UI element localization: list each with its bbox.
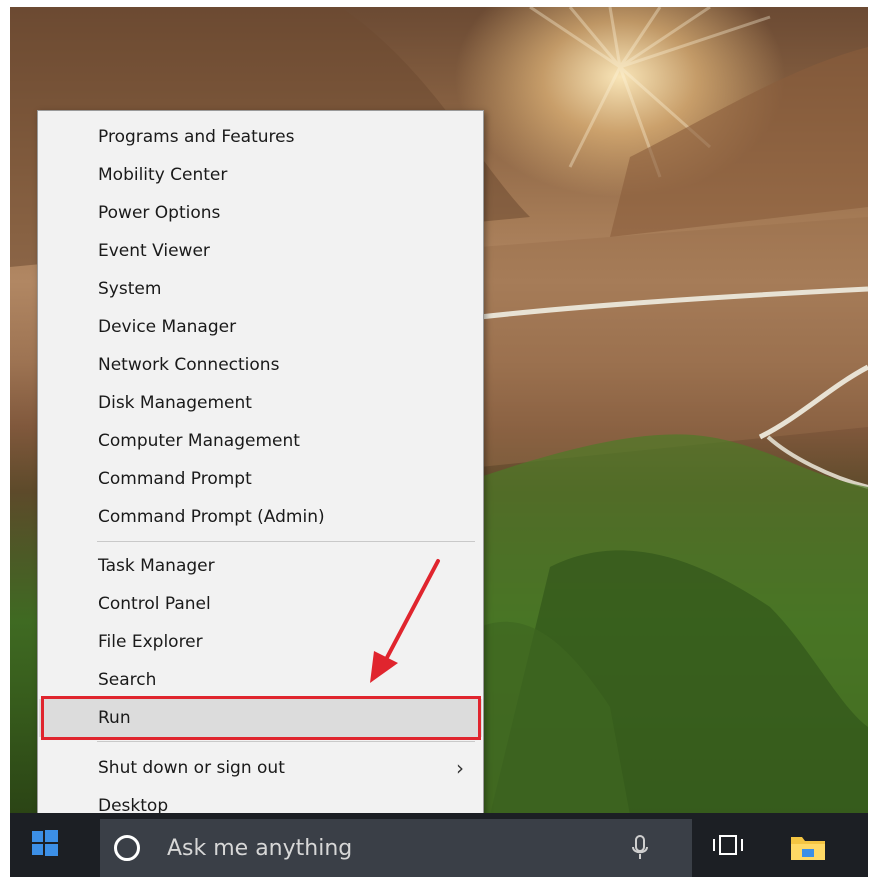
menu-item-power-options[interactable]: Power Options [39,194,482,232]
menu-item-shut-down-or-sign-out[interactable]: Shut down or sign out › [39,749,482,787]
search-box[interactable]: Ask me anything [100,819,692,877]
menu-separator [97,541,475,542]
menu-item-command-prompt-admin[interactable]: Command Prompt (Admin) [39,498,482,536]
menu-item-label: Shut down or sign out [98,758,285,778]
menu-item-mobility-center[interactable]: Mobility Center [39,156,482,194]
menu-item-programs-and-features[interactable]: Programs and Features [39,118,482,156]
taskbar: Ask me anything [10,813,868,877]
cortana-icon [114,835,140,861]
menu-item-run[interactable]: Run [39,699,482,737]
menu-item-event-viewer[interactable]: Event Viewer [39,232,482,270]
menu-item-computer-management[interactable]: Computer Management [39,422,482,460]
task-view-icon[interactable] [712,834,744,856]
menu-separator [97,741,475,742]
power-user-menu: Programs and Features Mobility Center Po… [37,110,484,831]
menu-item-command-prompt[interactable]: Command Prompt [39,460,482,498]
microphone-icon[interactable] [632,835,648,861]
menu-item-network-connections[interactable]: Network Connections [39,346,482,384]
menu-item-disk-management[interactable]: Disk Management [39,384,482,422]
file-explorer-icon[interactable] [790,833,826,861]
windows-logo-icon [32,830,58,856]
menu-item-system[interactable]: System [39,270,482,308]
search-input: Ask me anything [167,836,353,861]
menu-item-device-manager[interactable]: Device Manager [39,308,482,346]
start-button[interactable] [10,813,90,877]
red-arrow-icon [370,559,440,683]
chevron-right-icon: › [456,756,464,780]
